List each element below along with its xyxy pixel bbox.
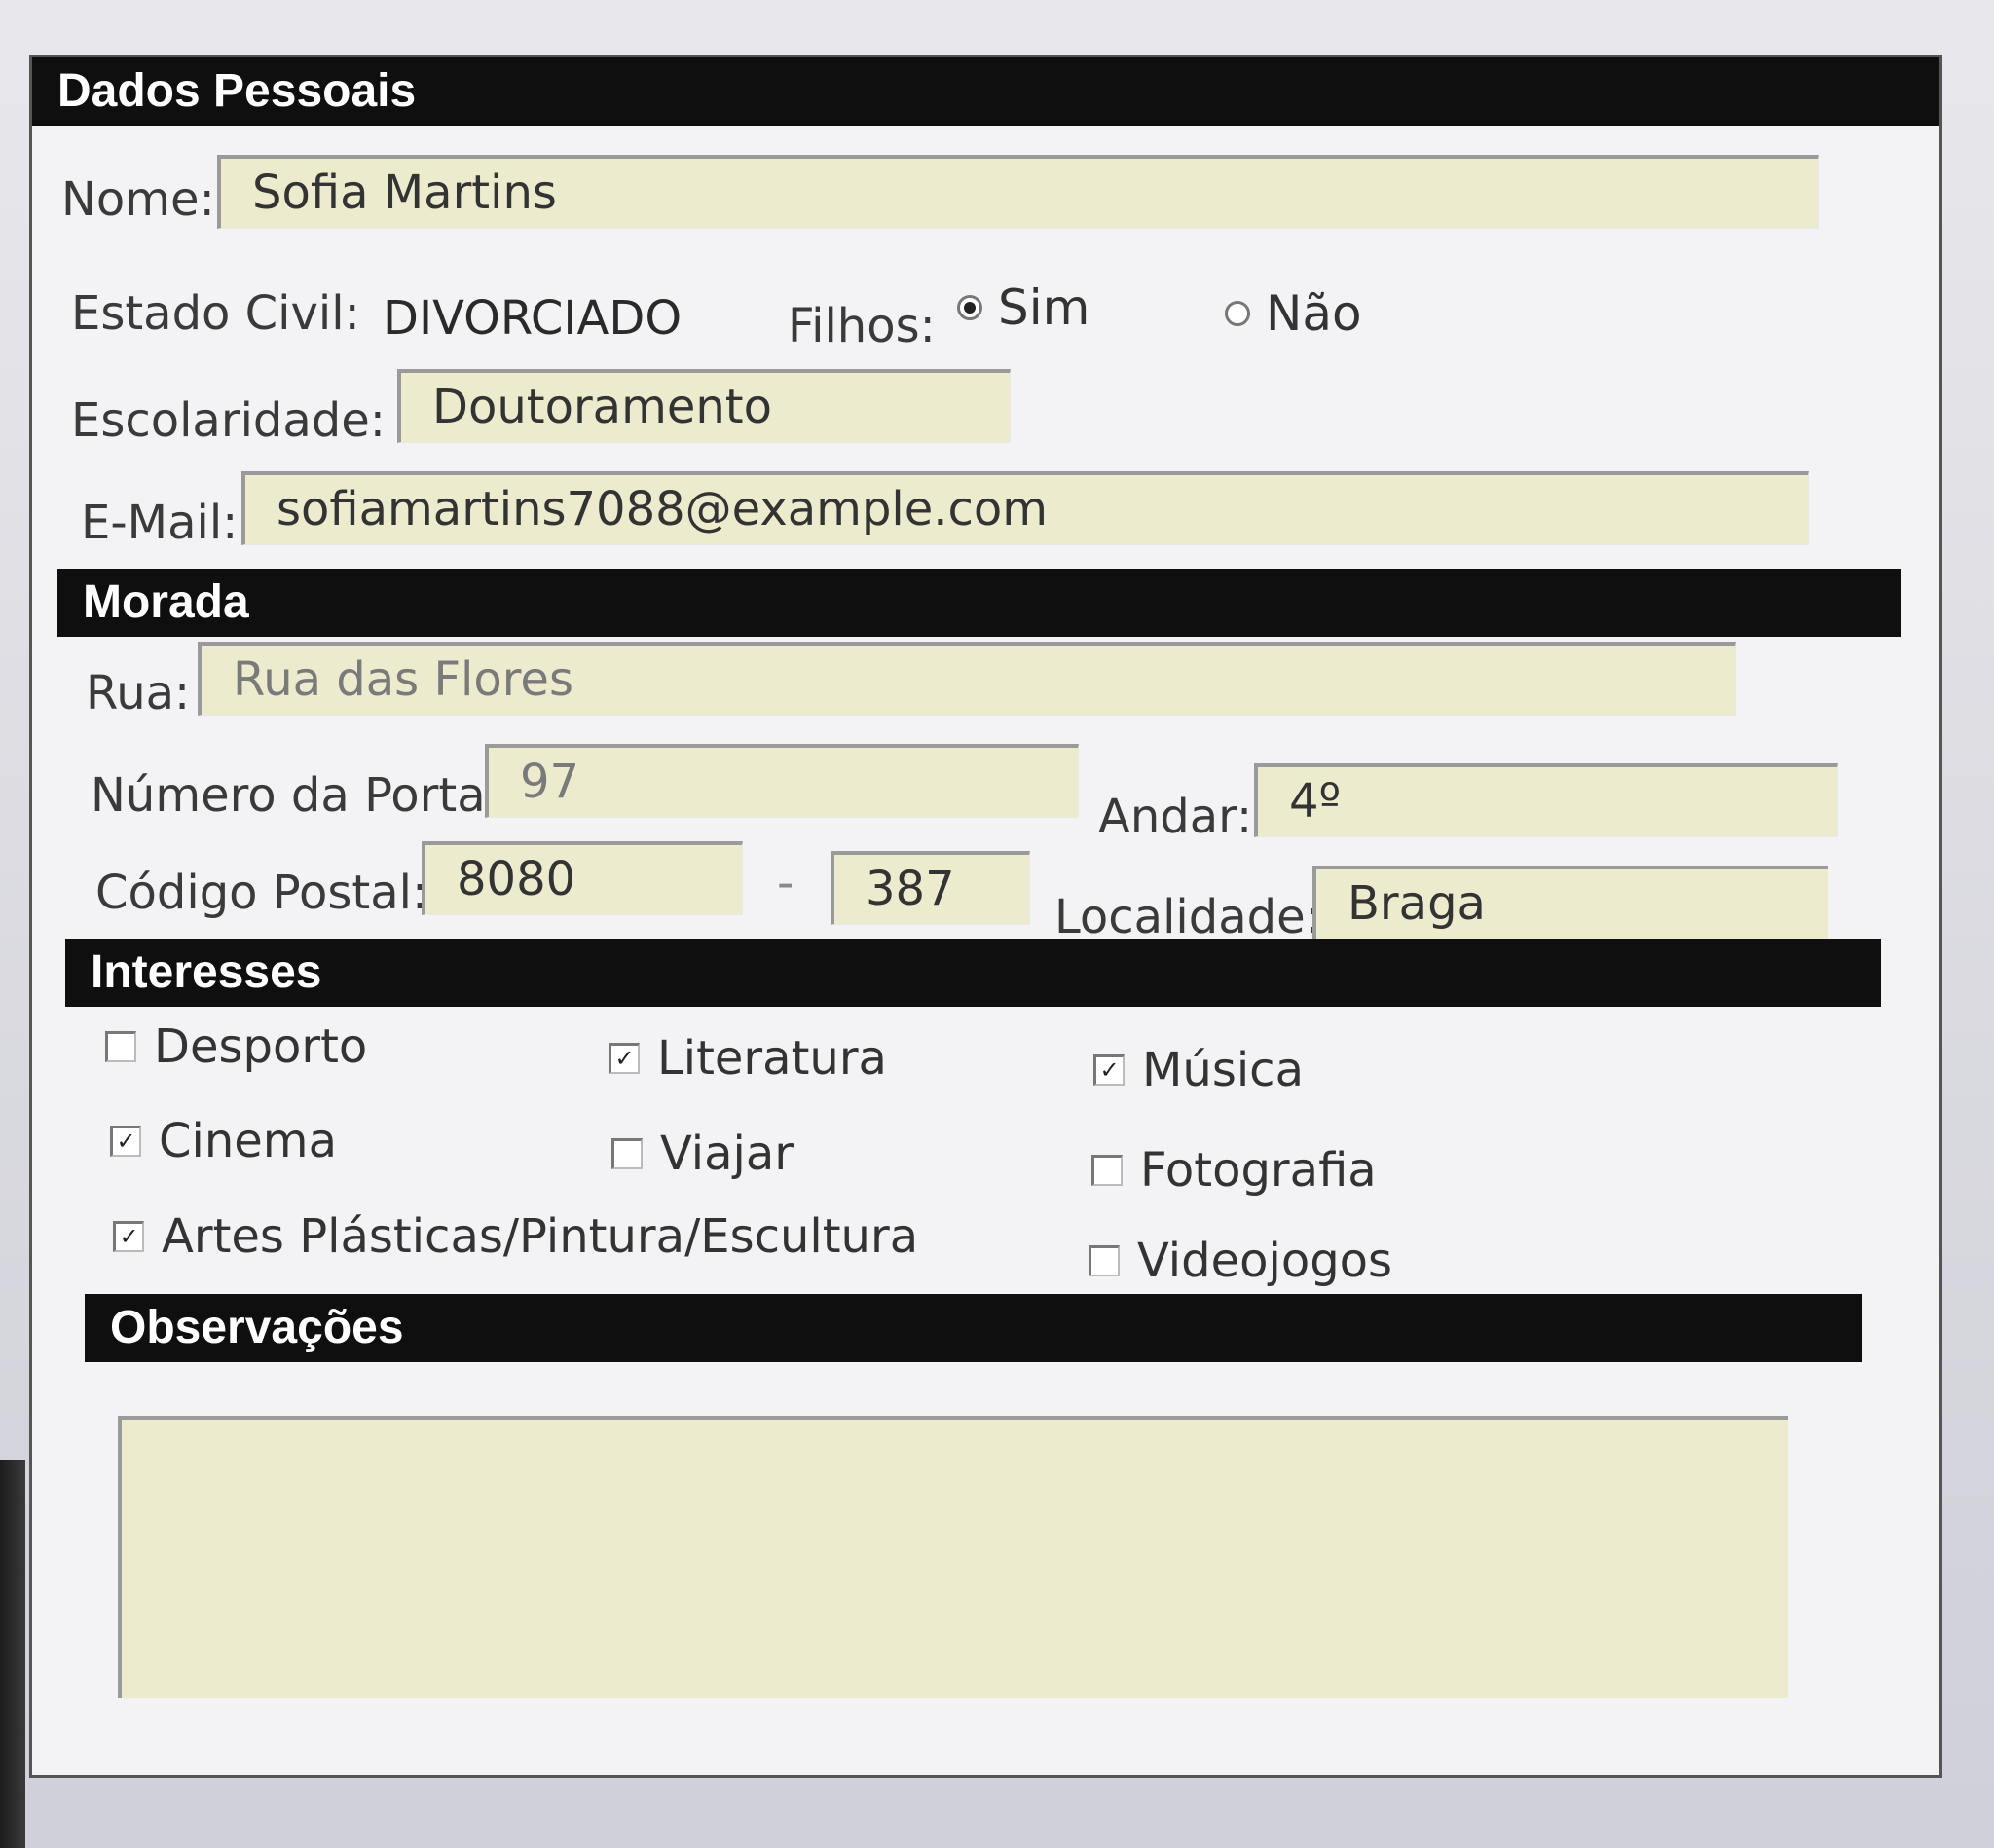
children-label: Filhos: <box>788 299 936 353</box>
civil-status-value: DIVORCIADO <box>383 291 683 346</box>
interest-label: Música <box>1142 1043 1304 1097</box>
email-field[interactable]: sofiamartins7088@example.com <box>241 471 1809 545</box>
section-header-personal: Dados Pessoais <box>32 57 1939 126</box>
checkbox-icon <box>1091 1155 1123 1186</box>
name-field[interactable]: Sofia Martins <box>217 155 1819 229</box>
interest-desporto[interactable]: Desporto <box>105 1019 367 1074</box>
locality-field[interactable]: Braga <box>1312 866 1828 940</box>
checkbox-icon: ✓ <box>1093 1054 1125 1086</box>
education-field[interactable]: Doutoramento <box>397 369 1011 443</box>
floor-field[interactable]: 4º <box>1254 763 1838 837</box>
checkbox-icon: ✓ <box>113 1221 144 1252</box>
interest-videojogos[interactable]: Videojogos <box>1089 1234 1392 1288</box>
monitor-bezel <box>0 1460 25 1848</box>
street-field[interactable]: Rua das Flores <box>198 642 1736 716</box>
postal-code-part1-field[interactable]: 8080 <box>422 841 743 915</box>
children-option-no: Não <box>1266 285 1362 342</box>
postal-code-part2-field[interactable]: 387 <box>831 851 1030 925</box>
section-header-address: Morada <box>57 569 1901 637</box>
checkbox-icon <box>105 1031 136 1062</box>
interest-cinema[interactable]: ✓ Cinema <box>110 1114 337 1168</box>
children-radio-no[interactable]: Não <box>1225 285 1362 342</box>
children-radio-yes[interactable]: Sim <box>957 279 1089 336</box>
interest-fotografia[interactable]: Fotografia <box>1091 1143 1377 1198</box>
locality-label: Localidade: <box>1054 890 1321 944</box>
civil-status-label: Estado Civil: <box>71 286 360 341</box>
checkbox-icon: ✓ <box>609 1043 640 1074</box>
interest-artes-plasticas[interactable]: ✓ Artes Plásticas/Pintura/Escultura <box>113 1209 918 1264</box>
postal-code-separator: - <box>777 856 794 910</box>
children-option-yes: Sim <box>998 279 1090 336</box>
interest-viajar[interactable]: Viajar <box>611 1127 794 1181</box>
education-label: Escolaridade: <box>71 393 386 448</box>
interest-label: Cinema <box>159 1114 337 1168</box>
interest-label: Viajar <box>660 1127 794 1181</box>
section-header-notes: Observações <box>85 1294 1862 1362</box>
interest-label: Videojogos <box>1137 1234 1393 1288</box>
interest-label: Artes Plásticas/Pintura/Escultura <box>162 1209 919 1264</box>
interest-label: Fotografia <box>1140 1143 1377 1198</box>
checkbox-icon <box>611 1138 643 1169</box>
registration-form: Dados Pessoais Nome: Sofia Martins Estad… <box>29 55 1942 1778</box>
postal-code-label: Código Postal: <box>95 866 428 920</box>
section-header-interests: Interesses <box>65 939 1881 1007</box>
checkbox-icon: ✓ <box>110 1126 141 1157</box>
interest-musica[interactable]: ✓ Música <box>1093 1043 1304 1097</box>
radio-unselected-icon <box>1225 301 1250 326</box>
door-number-field[interactable]: 97 <box>485 744 1079 818</box>
door-number-label: Número da Porta: <box>91 768 501 823</box>
interest-label: Literatura <box>657 1031 887 1086</box>
notes-textarea[interactable] <box>118 1416 1788 1698</box>
floor-label: Andar: <box>1098 790 1253 844</box>
interest-label: Desporto <box>154 1019 368 1074</box>
radio-selected-icon <box>957 295 982 320</box>
name-label: Nome: <box>61 172 215 227</box>
checkbox-icon <box>1089 1245 1120 1276</box>
interest-literatura[interactable]: ✓ Literatura <box>609 1031 887 1086</box>
email-label: E-Mail: <box>81 496 239 550</box>
street-label: Rua: <box>86 666 191 721</box>
